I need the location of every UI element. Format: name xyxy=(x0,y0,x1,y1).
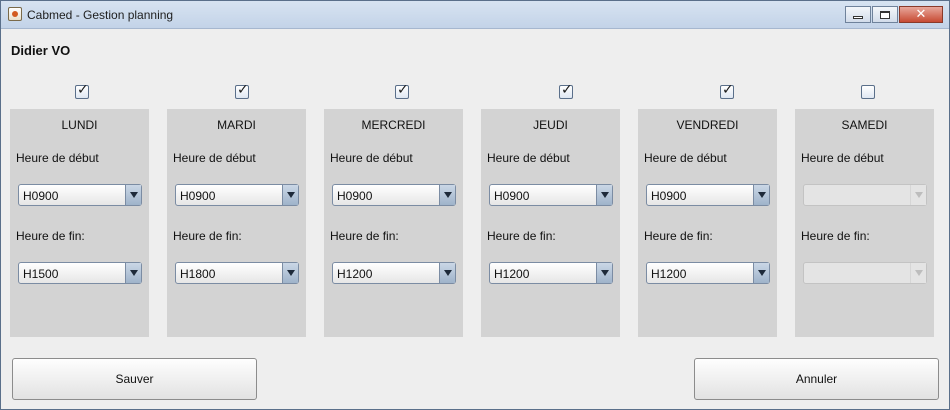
day-panel-lundi: LUNDI Heure de début H0900 Heure de fin: H15… xyxy=(10,109,149,337)
start-time-label: Heure de début xyxy=(801,151,884,165)
dropdown-arrow-icon[interactable] xyxy=(753,185,769,205)
checkmark-icon: ✓ xyxy=(397,82,409,98)
app-window: Cabmed - Gestion planning ✕ Didier VO ✓ L… xyxy=(0,0,950,410)
end-time-value: H1200 xyxy=(651,267,687,281)
start-time-label: Heure de début xyxy=(644,151,727,165)
start-time-select[interactable]: H0900 xyxy=(18,184,142,206)
end-time-value: H1800 xyxy=(180,267,216,281)
day-panel-mardi: MARDI Heure de début H0900 Heure de fin: H18… xyxy=(167,109,306,337)
end-time-value: H1500 xyxy=(23,267,59,281)
java-app-icon xyxy=(8,7,22,21)
start-time-select[interactable]: H0900 xyxy=(646,184,770,206)
doctor-name: Didier VO xyxy=(11,43,71,58)
end-time-value: H1200 xyxy=(337,267,373,281)
end-time-select[interactable]: H1200 xyxy=(332,262,456,284)
dropdown-arrow-icon[interactable] xyxy=(596,263,612,283)
dropdown-arrow-icon[interactable] xyxy=(910,185,926,205)
maximize-button[interactable] xyxy=(872,6,898,23)
start-time-label: Heure de début xyxy=(487,151,570,165)
dropdown-arrow-icon[interactable] xyxy=(125,263,141,283)
window-title: Cabmed - Gestion planning xyxy=(27,8,174,22)
checkmark-icon: ✓ xyxy=(237,82,249,98)
window-controls: ✕ xyxy=(844,6,943,23)
start-time-value: H0900 xyxy=(23,189,59,203)
day-title: VENDREDI xyxy=(676,118,739,132)
day-checkbox-samedi[interactable] xyxy=(861,85,875,99)
cancel-button[interactable]: Annuler xyxy=(694,358,939,400)
minimize-icon xyxy=(853,16,863,19)
start-time-value: H0900 xyxy=(180,189,216,203)
day-panel-samedi: SAMEDI Heure de début Heure de fin: xyxy=(795,109,934,337)
start-time-value: H0900 xyxy=(337,189,373,203)
dropdown-arrow-icon[interactable] xyxy=(910,263,926,283)
end-time-label: Heure de fin: xyxy=(330,229,399,243)
start-time-value: H0900 xyxy=(651,189,687,203)
start-time-label: Heure de début xyxy=(16,151,99,165)
end-time-label: Heure de fin: xyxy=(16,229,85,243)
checkmark-icon: ✓ xyxy=(722,82,734,98)
start-time-select[interactable]: H0900 xyxy=(332,184,456,206)
day-checkbox-lundi[interactable]: ✓ xyxy=(75,82,89,99)
title-bar[interactable]: Cabmed - Gestion planning ✕ xyxy=(1,1,949,29)
start-time-select[interactable]: H0900 xyxy=(175,184,299,206)
dropdown-arrow-icon[interactable] xyxy=(439,263,455,283)
save-button[interactable]: Sauver xyxy=(12,358,257,400)
end-time-select[interactable]: H1200 xyxy=(489,262,613,284)
end-time-select[interactable]: H1500 xyxy=(18,262,142,284)
day-checkbox-jeudi[interactable]: ✓ xyxy=(559,82,573,99)
dropdown-arrow-icon[interactable] xyxy=(125,185,141,205)
end-time-value: H1200 xyxy=(494,267,530,281)
minimize-button[interactable] xyxy=(845,6,871,23)
close-icon: ✕ xyxy=(915,7,927,22)
end-time-select[interactable]: H1200 xyxy=(646,262,770,284)
planning-content: Didier VO ✓ LUNDI Heure de début H0900 Heure… xyxy=(2,30,948,409)
start-time-label: Heure de début xyxy=(330,151,413,165)
day-title: SAMEDI xyxy=(841,118,888,132)
close-button[interactable]: ✕ xyxy=(899,6,943,23)
day-panel-jeudi: JEUDI Heure de début H0900 Heure de fin: H12… xyxy=(481,109,620,337)
dropdown-arrow-icon[interactable] xyxy=(282,263,298,283)
dropdown-arrow-icon[interactable] xyxy=(439,185,455,205)
end-time-label: Heure de fin: xyxy=(644,229,713,243)
day-panel-vendredi: VENDREDI Heure de début H0900 Heure de fin:… xyxy=(638,109,777,337)
day-checkbox-vendredi[interactable]: ✓ xyxy=(720,82,734,99)
start-time-label: Heure de début xyxy=(173,151,256,165)
dropdown-arrow-icon[interactable] xyxy=(282,185,298,205)
maximize-icon xyxy=(880,10,890,19)
end-time-select[interactable] xyxy=(803,262,927,284)
day-title: LUNDI xyxy=(61,118,98,132)
start-time-select[interactable]: H0900 xyxy=(489,184,613,206)
day-checkbox-mercredi[interactable]: ✓ xyxy=(395,82,409,99)
dropdown-arrow-icon[interactable] xyxy=(753,263,769,283)
day-checkbox-mardi[interactable]: ✓ xyxy=(235,82,249,99)
start-time-value: H0900 xyxy=(494,189,530,203)
day-title: JEUDI xyxy=(533,118,568,132)
day-title: MERCREDI xyxy=(361,118,426,132)
end-time-select[interactable]: H1800 xyxy=(175,262,299,284)
checkmark-icon: ✓ xyxy=(561,82,573,98)
start-time-select[interactable] xyxy=(803,184,927,206)
checkmark-icon: ✓ xyxy=(77,82,89,98)
end-time-label: Heure de fin: xyxy=(487,229,556,243)
end-time-label: Heure de fin: xyxy=(801,229,870,243)
end-time-label: Heure de fin: xyxy=(173,229,242,243)
day-panel-mercredi: MERCREDI Heure de début H0900 Heure de fin:… xyxy=(324,109,463,337)
day-title: MARDI xyxy=(217,118,256,132)
dropdown-arrow-icon[interactable] xyxy=(596,185,612,205)
